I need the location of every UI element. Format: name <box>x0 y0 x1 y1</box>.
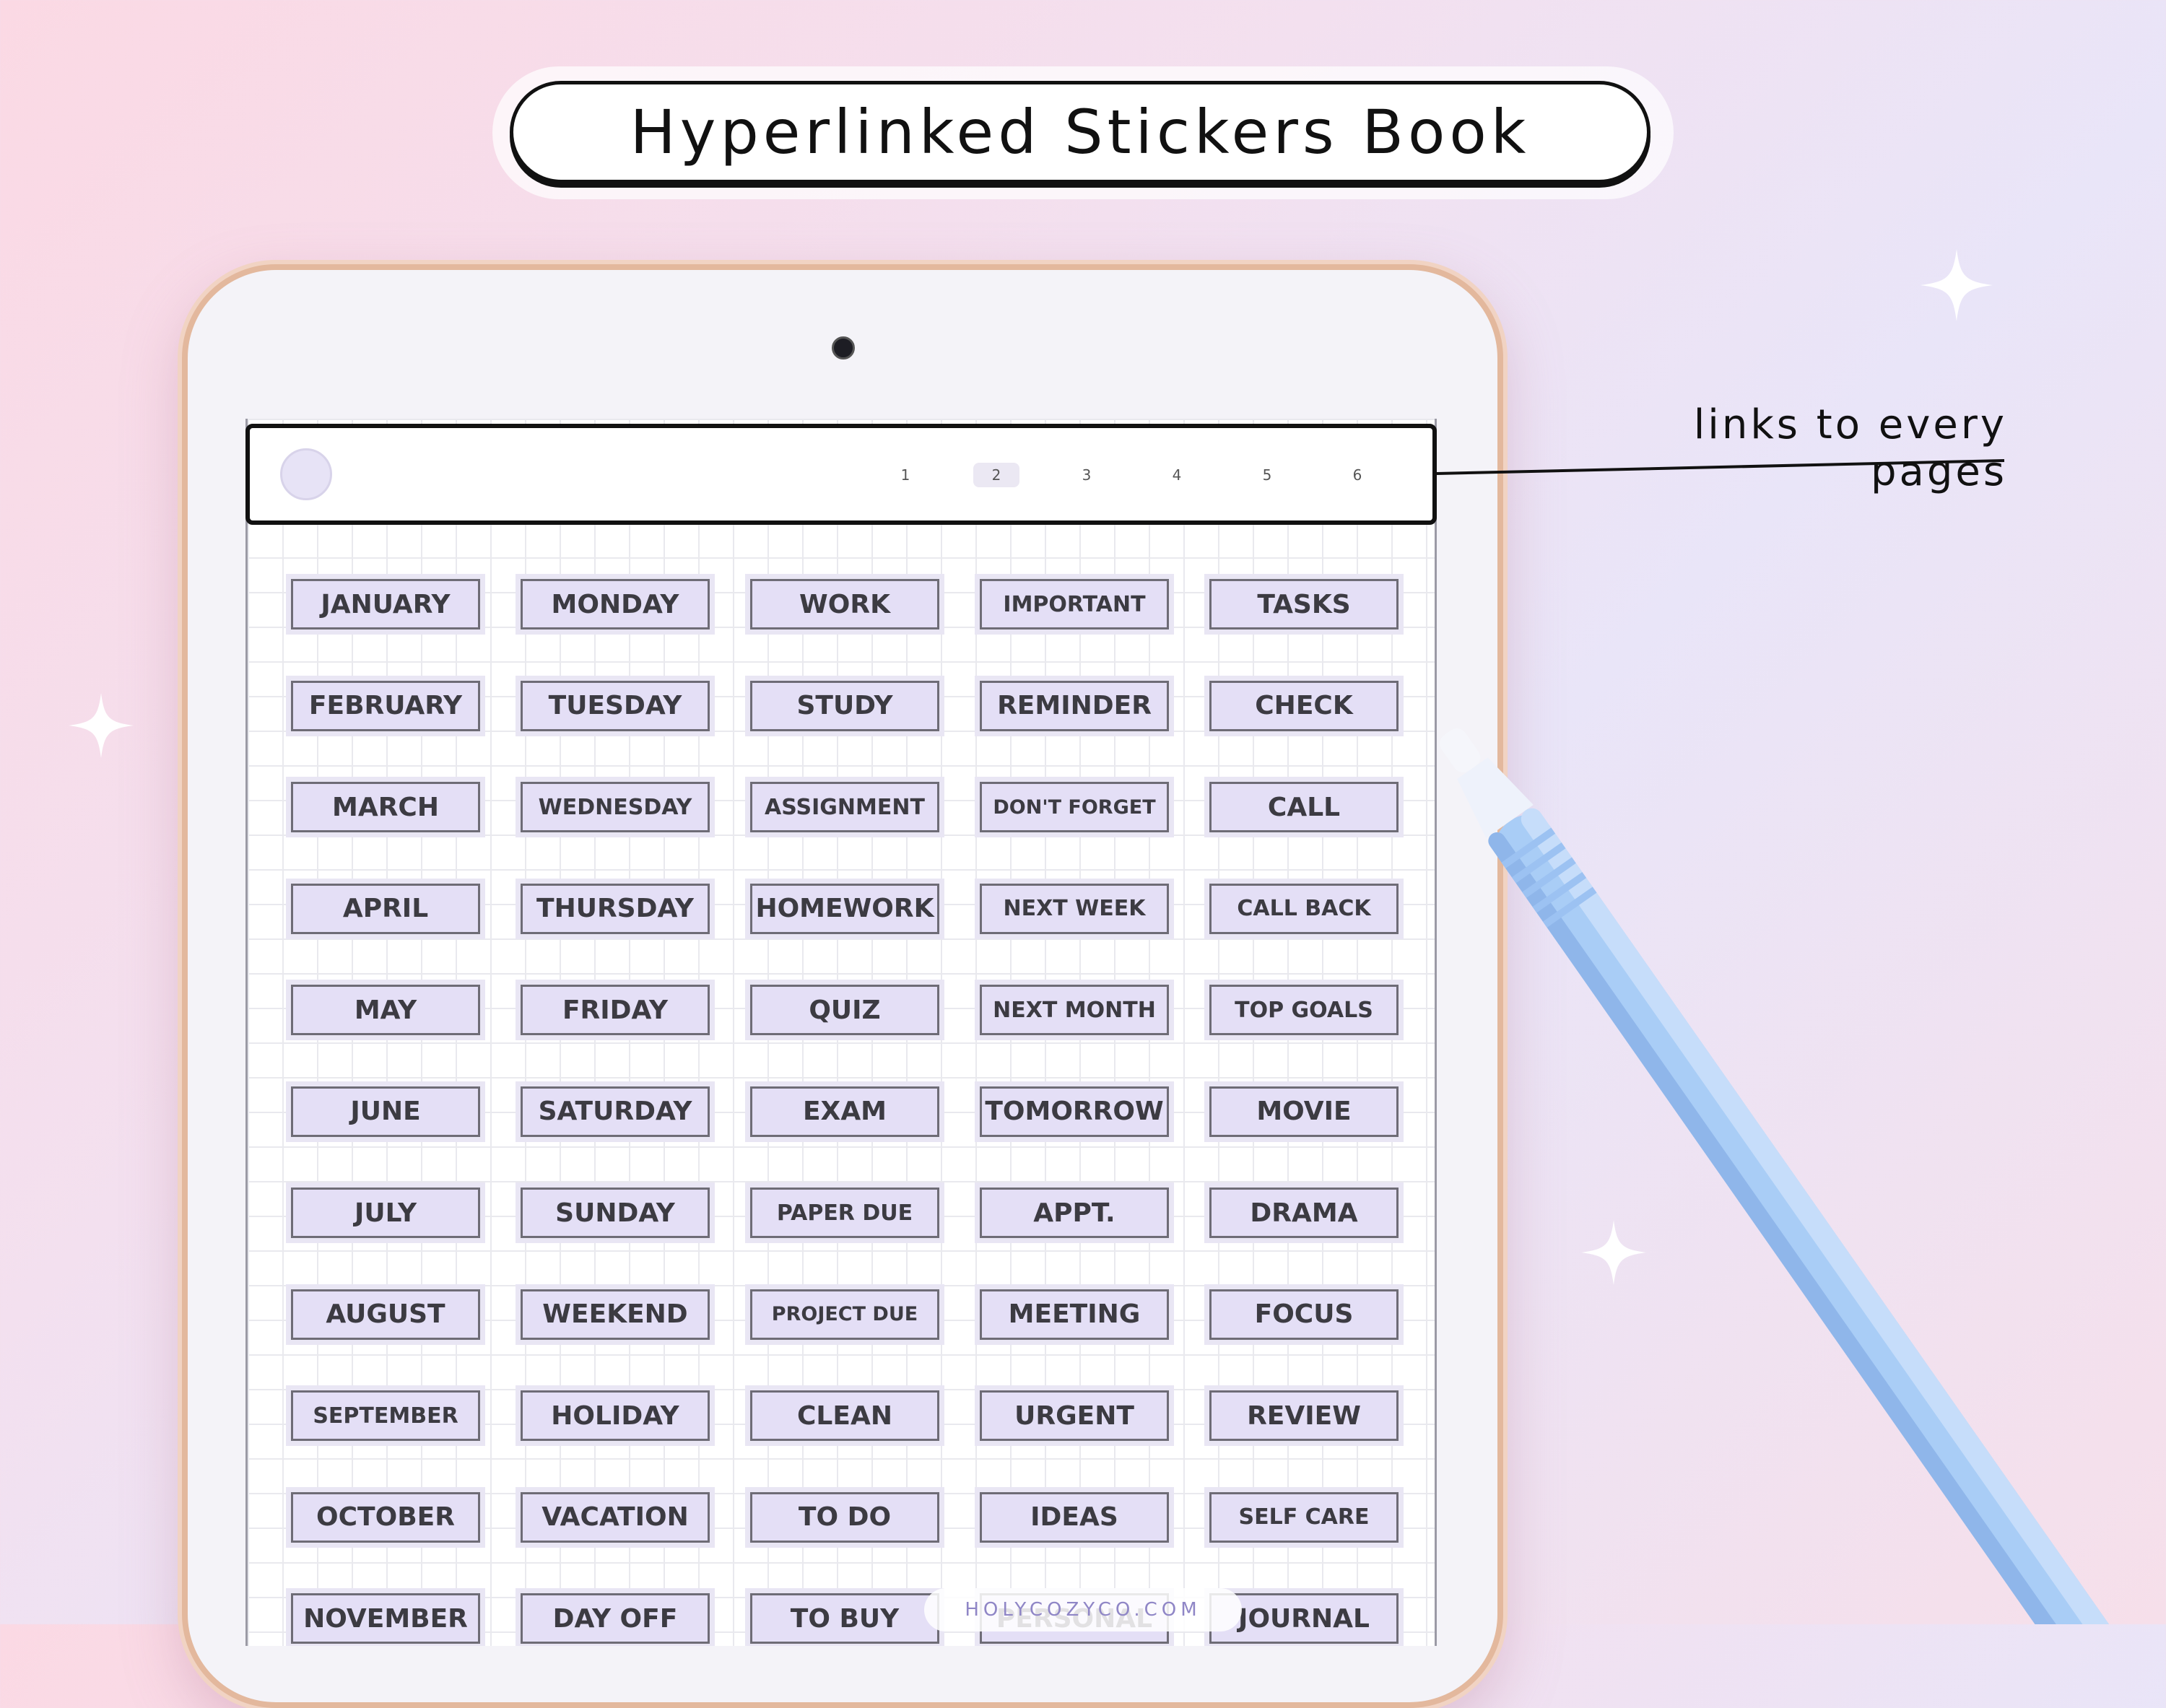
sticker-saturday[interactable]: SATURDAY <box>521 1086 710 1137</box>
sticker-project-due[interactable]: PROJECT DUE <box>750 1289 939 1340</box>
sticker-tomorrow[interactable]: TOMORROW <box>980 1086 1169 1137</box>
sticker-ideas[interactable]: IDEAS <box>980 1491 1169 1543</box>
page-title: Hyperlinked Stickers Book <box>630 97 1531 167</box>
sticker-friday[interactable]: FRIDAY <box>521 985 710 1035</box>
sticker-review[interactable]: REVIEW <box>1209 1390 1399 1441</box>
page-tab-2[interactable]: 2 <box>973 463 1019 487</box>
sticker-call[interactable]: CALL <box>1209 782 1399 832</box>
page-tab-4[interactable]: 4 <box>1154 463 1200 487</box>
sticker-assignment[interactable]: ASSIGNMENT <box>750 782 939 832</box>
sticker-tuesday[interactable]: TUESDAY <box>521 680 710 731</box>
page-tab-5[interactable]: 5 <box>1244 463 1290 487</box>
sticker-call-back[interactable]: CALL BACK <box>1209 883 1399 934</box>
sticker-work[interactable]: WORK <box>750 579 939 629</box>
sticker-drama[interactable]: DRAMA <box>1209 1188 1399 1238</box>
sticker-don-t-forget[interactable]: DON'T FORGET <box>980 782 1169 832</box>
sticker-focus[interactable]: FOCUS <box>1209 1289 1399 1340</box>
sticker-movie[interactable]: MOVIE <box>1209 1086 1399 1137</box>
sticker-july[interactable]: JULY <box>291 1188 480 1238</box>
page-tab-6[interactable]: 6 <box>1334 463 1380 487</box>
sticker-study[interactable]: STUDY <box>750 680 939 731</box>
sticker-wednesday[interactable]: WEDNESDAY <box>521 782 710 832</box>
page-tab-1[interactable]: 1 <box>882 463 928 487</box>
sticker-weekend[interactable]: WEEKEND <box>521 1289 710 1340</box>
sticker-exam[interactable]: EXAM <box>750 1086 939 1137</box>
sticker-reminder[interactable]: REMINDER <box>980 680 1169 731</box>
sticker-check[interactable]: CHECK <box>1209 680 1399 731</box>
sticker-top-goals[interactable]: TOP GOALS <box>1209 985 1399 1035</box>
sticker-page-screen: JANUARY MONDAY WORK IMPORTANT TASKS FEBRUARY T… <box>245 419 1437 1646</box>
sticker-monday[interactable]: MONDAY <box>521 579 710 629</box>
sticker-self-care[interactable]: SELF CARE <box>1209 1491 1399 1543</box>
sticker-thursday[interactable]: THURSDAY <box>521 883 710 934</box>
sticker-november[interactable]: NOVEMBER <box>291 1593 480 1644</box>
sticker-urgent[interactable]: URGENT <box>980 1390 1169 1441</box>
sparkle-icon <box>1921 249 1993 321</box>
sticker-february[interactable]: FEBRUARY <box>291 680 480 731</box>
sticker-holiday[interactable]: HOLIDAY <box>521 1390 710 1441</box>
sticker-september[interactable]: SEPTEMBER <box>291 1390 480 1441</box>
camera-icon <box>832 336 855 360</box>
sticker-quiz[interactable]: QUIZ <box>750 985 939 1035</box>
sticker-next-week[interactable]: NEXT WEEK <box>980 883 1169 934</box>
watermark: HOLYCOZYCO.COM <box>924 1588 1242 1631</box>
sticker-tasks[interactable]: TASKS <box>1209 579 1399 629</box>
sticker-paper-due[interactable]: PAPER DUE <box>750 1188 939 1238</box>
sticker-vacation[interactable]: VACATION <box>521 1491 710 1543</box>
sticker-appt[interactable]: APPT. <box>980 1188 1169 1238</box>
sticker-to-buy[interactable]: TO BUY <box>750 1593 939 1644</box>
sticker-important[interactable]: IMPORTANT <box>980 579 1169 629</box>
sticker-homework[interactable]: HOMEWORK <box>750 883 939 934</box>
sticker-clean[interactable]: CLEAN <box>750 1390 939 1441</box>
sticker-sunday[interactable]: SUNDAY <box>521 1188 710 1238</box>
home-button[interactable] <box>280 448 332 500</box>
sticker-meeting[interactable]: MEETING <box>980 1289 1169 1340</box>
sticker-june[interactable]: JUNE <box>291 1086 480 1137</box>
sticker-day-off[interactable]: DAY OFF <box>521 1593 710 1644</box>
callout-label: links to every pages <box>1693 401 2007 495</box>
sticker-january[interactable]: JANUARY <box>291 579 480 629</box>
sticker-april[interactable]: APRIL <box>291 883 480 934</box>
sticker-october[interactable]: OCTOBER <box>291 1491 480 1543</box>
sticker-may[interactable]: MAY <box>291 985 480 1035</box>
sticker-next-month[interactable]: NEXT MONTH <box>980 985 1169 1035</box>
title-banner: Hyperlinked Stickers Book <box>510 81 1650 183</box>
sticker-august[interactable]: AUGUST <box>291 1289 480 1340</box>
sticker-to-do[interactable]: TO DO <box>750 1491 939 1543</box>
sticker-march[interactable]: MARCH <box>291 782 480 832</box>
sparkle-icon <box>69 693 134 758</box>
sparkle-icon <box>1581 1220 1646 1285</box>
navigation-bar: 1 2 3 4 5 6 <box>245 424 1437 525</box>
page-tab-3[interactable]: 3 <box>1064 463 1110 487</box>
